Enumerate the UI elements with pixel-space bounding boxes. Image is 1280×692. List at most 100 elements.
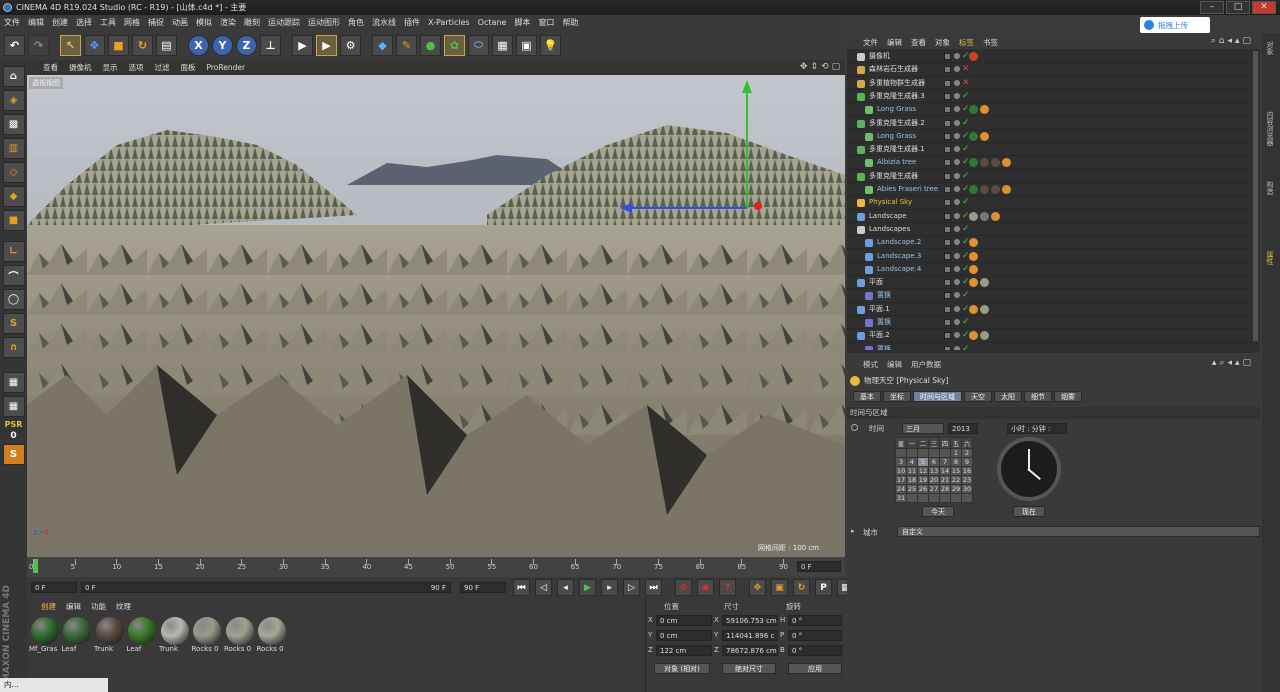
- calendar-day[interactable]: [928, 448, 940, 458]
- menu-item[interactable]: 编辑: [28, 17, 44, 28]
- end-frame-field[interactable]: 90 F: [460, 582, 506, 593]
- menu-item[interactable]: 文件: [4, 17, 20, 28]
- z-axis-lock-icon[interactable]: Z: [236, 34, 257, 56]
- deformer-icon[interactable]: ⬭: [468, 34, 489, 56]
- object-tag-icon[interactable]: [969, 105, 978, 115]
- current-frame-range[interactable]: 0 F 90 F: [81, 582, 451, 593]
- render-picture-viewer-icon[interactable]: ▶: [316, 34, 337, 56]
- attribute-tab[interactable]: 烟雾: [1054, 391, 1082, 402]
- object-tag-icon[interactable]: [969, 251, 978, 261]
- material-swatch[interactable]: Trunk: [159, 616, 190, 657]
- position-field[interactable]: 0 cm: [656, 615, 712, 626]
- calendar-day[interactable]: 5: [917, 457, 929, 467]
- menu-item[interactable]: Octane: [478, 18, 507, 27]
- object-row[interactable]: Long Grass ✓: [847, 103, 1252, 117]
- attribute-menu-item[interactable]: 模式: [863, 359, 878, 370]
- disabled-icon[interactable]: ✕: [962, 77, 970, 90]
- object-tag-icon[interactable]: [991, 185, 1000, 194]
- calendar-day[interactable]: 10: [895, 466, 907, 476]
- visibility-dots[interactable]: [954, 305, 960, 312]
- rotation-field[interactable]: 0 °: [788, 615, 842, 626]
- object-tag-icon[interactable]: [969, 52, 978, 61]
- key-position-icon[interactable]: ✥: [749, 579, 766, 596]
- menu-item[interactable]: 插件: [404, 17, 420, 28]
- subdivision-icon[interactable]: ●: [420, 34, 441, 56]
- object-tag-icon[interactable]: [980, 131, 989, 141]
- layer-flag[interactable]: [944, 292, 951, 300]
- object-scrollbar[interactable]: [1253, 51, 1258, 341]
- rotation-field[interactable]: 0 °: [788, 630, 842, 641]
- viewport-nav-icons[interactable]: ✥⇕⟲▢: [800, 62, 843, 72]
- layer-flag[interactable]: [944, 106, 951, 114]
- time-field[interactable]: 小时 : 分钟 :: [1007, 423, 1067, 434]
- previous-frame-icon[interactable]: ◂: [557, 579, 574, 596]
- upload-widget[interactable]: 拖拽上传: [1140, 17, 1210, 33]
- object-tag-icon[interactable]: [980, 105, 989, 115]
- enabled-check-icon[interactable]: ✓: [962, 117, 970, 130]
- material-swatch[interactable]: Leaf: [62, 616, 93, 657]
- menu-item[interactable]: 流水线: [372, 17, 396, 28]
- calendar-day[interactable]: 30: [961, 484, 973, 494]
- layer-flag[interactable]: [944, 186, 951, 193]
- visibility-dots[interactable]: [954, 332, 960, 339]
- object-row[interactable]: 森林岩石生成器 ✕: [847, 63, 1252, 77]
- visibility-dots[interactable]: [954, 146, 960, 153]
- script-s-icon[interactable]: S: [2, 444, 25, 465]
- size-field[interactable]: 114041.896 c: [722, 630, 778, 641]
- make-editable-icon[interactable]: ⌂: [2, 66, 25, 87]
- layer-flag[interactable]: [944, 332, 951, 340]
- object-tag-icon[interactable]: [980, 158, 989, 168]
- viewport-menu-item[interactable]: 查看: [43, 62, 58, 73]
- calendar-day[interactable]: 21: [939, 475, 951, 485]
- calendar-day[interactable]: 16: [961, 466, 973, 476]
- menu-item[interactable]: 创建: [52, 17, 68, 28]
- object-tag-icon[interactable]: [969, 185, 978, 194]
- calendar-day[interactable]: [917, 493, 929, 503]
- visibility-dots[interactable]: [954, 265, 960, 272]
- object-row[interactable]: Landscape ✓: [847, 210, 1252, 223]
- layer-flag[interactable]: [944, 239, 951, 247]
- calendar-day[interactable]: [906, 448, 918, 458]
- layer-flag[interactable]: [944, 212, 951, 220]
- rotate-icon[interactable]: ↻: [132, 34, 153, 56]
- object-row[interactable]: 多重克隆生成器.2 ✓: [847, 117, 1252, 130]
- object-tag-icon[interactable]: [969, 304, 978, 314]
- viewport-menu-item[interactable]: 面板: [181, 62, 196, 73]
- texture-mode-icon[interactable]: ▩: [2, 114, 25, 135]
- taskbar-item[interactable]: 内...: [0, 678, 108, 692]
- menu-item[interactable]: 网格: [124, 17, 140, 28]
- enabled-check-icon[interactable]: ✓: [962, 170, 970, 183]
- size-field[interactable]: 78672.876 cm: [722, 645, 778, 656]
- start-frame-field[interactable]: 0 F: [31, 582, 77, 593]
- right-strip-tab[interactable]: 内容浏览器: [1265, 111, 1275, 146]
- layer-flag[interactable]: [944, 252, 951, 260]
- y-axis-lock-icon[interactable]: Y: [212, 34, 233, 56]
- visibility-dots[interactable]: [954, 119, 960, 126]
- attribute-tab[interactable]: 坐标: [883, 391, 911, 402]
- enabled-check-icon[interactable]: ✓: [962, 289, 970, 302]
- tweak-mode-icon[interactable]: ⌒: [2, 265, 25, 286]
- magnet-icon[interactable]: ∩: [2, 337, 25, 358]
- object-row[interactable]: 平面.2 ✓: [847, 329, 1252, 343]
- object-menu-item[interactable]: 查看: [911, 37, 926, 48]
- layer-flag[interactable]: [944, 92, 951, 100]
- object-row[interactable]: Long Grass ✓: [847, 130, 1252, 144]
- calendar-day[interactable]: [961, 493, 973, 503]
- axis-mode-icon[interactable]: ∟: [2, 241, 25, 262]
- layer-flag[interactable]: [944, 79, 951, 87]
- enabled-check-icon[interactable]: ✓: [962, 90, 970, 103]
- month-dropdown[interactable]: 三月: [902, 423, 944, 434]
- visibility-dots[interactable]: [954, 345, 960, 350]
- object-menu-item[interactable]: 书签: [983, 37, 998, 48]
- perspective-viewport[interactable]: 透视视图 网格间距 : 100 cm Z↗X: [27, 75, 845, 557]
- autokey-icon[interactable]: ◉: [697, 579, 714, 596]
- live-select-icon[interactable]: ↖: [60, 34, 81, 56]
- enabled-check-icon[interactable]: ✓: [962, 196, 970, 209]
- menu-item[interactable]: 窗口: [538, 17, 554, 28]
- object-tag-icon[interactable]: [1002, 185, 1011, 194]
- calendar-day[interactable]: 6: [928, 457, 940, 467]
- go-to-start-icon[interactable]: ⏮: [513, 579, 530, 596]
- coord-mode-dropdown[interactable]: 对象 (相对): [654, 663, 710, 674]
- viewport-menu-item[interactable]: ProRender: [207, 63, 246, 72]
- layer-flag[interactable]: [944, 265, 951, 273]
